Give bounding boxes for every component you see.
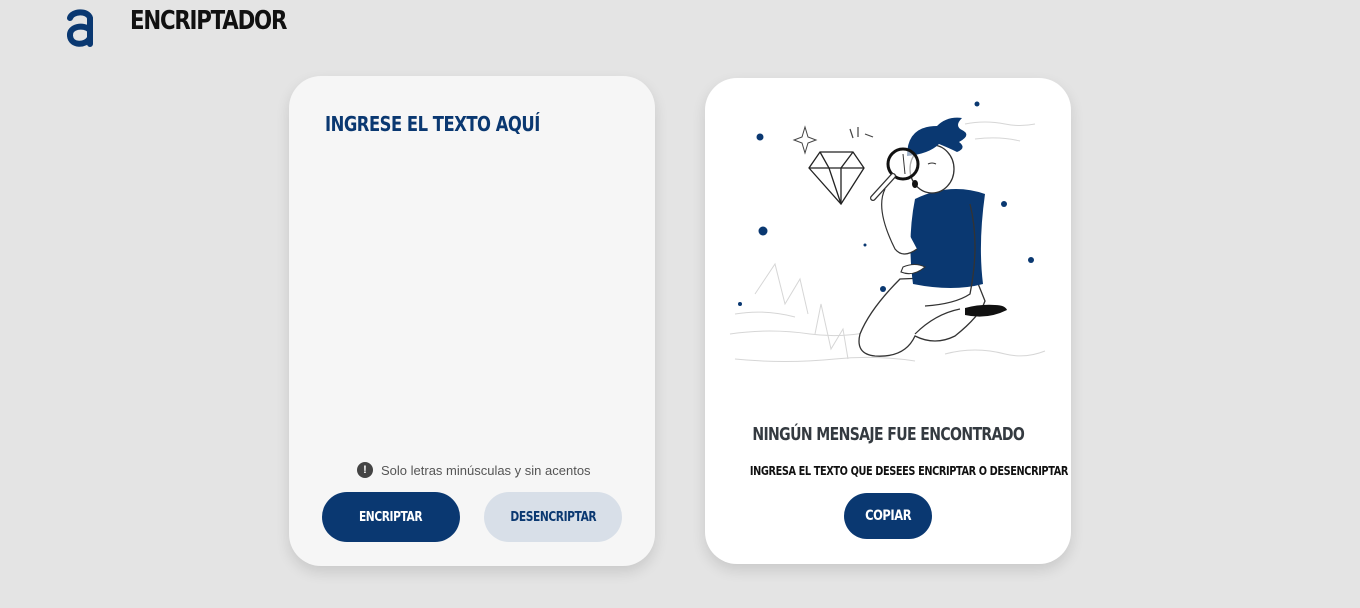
header: ENCRIPTADOR — [0, 0, 1360, 60]
copy-button-label: COPIAR — [864, 508, 912, 524]
empty-message-title: NINGÚN MENSAJE FUE ENCONTRADO — [705, 424, 1071, 445]
encrypt-button-label: ENCRIPTAR — [359, 509, 423, 525]
alura-a-logo-icon — [67, 9, 93, 47]
empty-message-subtitle-text: INGRESA EL TEXTO QUE DESEES ENCRIPTAR O … — [749, 463, 1068, 478]
empty-message-title-text: NINGÚN MENSAJE FUE ENCONTRADO — [752, 424, 1024, 445]
empty-message-subtitle: INGRESA EL TEXTO QUE DESEES ENCRIPTAR O … — [705, 463, 1071, 478]
exclamation-circle-icon: ! — [357, 462, 373, 478]
hint-text: Solo letras minúsculas y sin acentos — [381, 462, 591, 478]
hint: ! Solo letras minúsculas y sin acentos — [357, 462, 591, 478]
app-title: ENCRIPTADOR — [130, 6, 287, 36]
encrypt-button[interactable]: ENCRIPTAR — [322, 492, 460, 542]
input-card: ! Solo letras minúsculas y sin acentos E… — [289, 76, 655, 566]
decrypt-button[interactable]: DESENCRIPTAR — [484, 492, 622, 542]
copy-button[interactable]: COPIAR — [844, 493, 932, 539]
text-input[interactable] — [325, 112, 571, 442]
decrypt-button-label: DESENCRIPTAR — [510, 509, 596, 525]
person-with-magnifying-glass-illustration — [729, 101, 1046, 362]
output-card: NINGÚN MENSAJE FUE ENCONTRADO INGRESA EL… — [705, 78, 1071, 564]
